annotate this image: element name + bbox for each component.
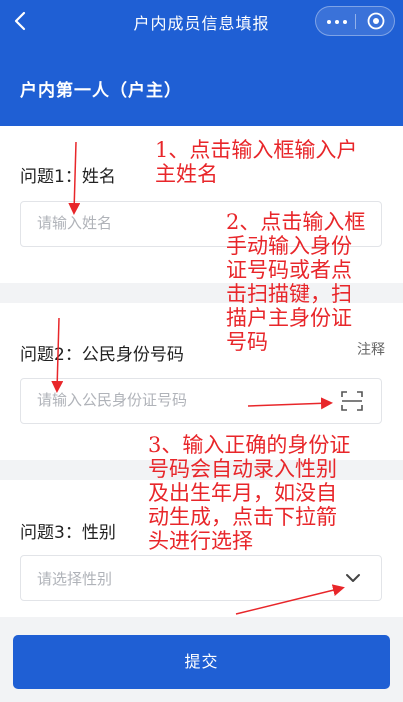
household-banner: 户内第一人（户主） (0, 44, 403, 126)
scan-icon[interactable] (341, 391, 363, 411)
question-label-gender: 问题3：性别 (20, 523, 116, 543)
annotation-step-2: 2、点击输入框 手动输入身份 证号码或者点 击扫描键，扫 描户主身份证 号码 (226, 210, 366, 354)
more-dots-icon[interactable] (327, 20, 347, 24)
annotation-step-3: 3、输入正确的身份证 号码会自动录入性别 及出生年月，如没自 动生成，点击下拉箭… (148, 433, 351, 553)
banner-title: 户内第一人（户主） (20, 81, 182, 101)
gender-select[interactable]: 请选择性别 (20, 555, 382, 601)
annotation-step-1: 1、点击输入框输入户 主姓名 (155, 138, 358, 186)
id-number-field[interactable] (20, 378, 382, 424)
target-circle-icon[interactable] (367, 12, 385, 30)
top-navigation-bar: 户内成员信息填报 (0, 0, 403, 44)
mini-program-capsule (315, 6, 395, 36)
gender-placeholder: 请选择性别 (37, 570, 113, 588)
capsule-divider (355, 14, 356, 29)
question-label-name: 问题1：姓名 (20, 167, 116, 187)
chevron-down-icon[interactable] (345, 572, 361, 584)
id-number-input[interactable] (37, 391, 331, 409)
question-label-id-number: 问题2：公民身份号码 (20, 345, 184, 365)
submit-button[interactable]: 提交 (13, 635, 390, 689)
